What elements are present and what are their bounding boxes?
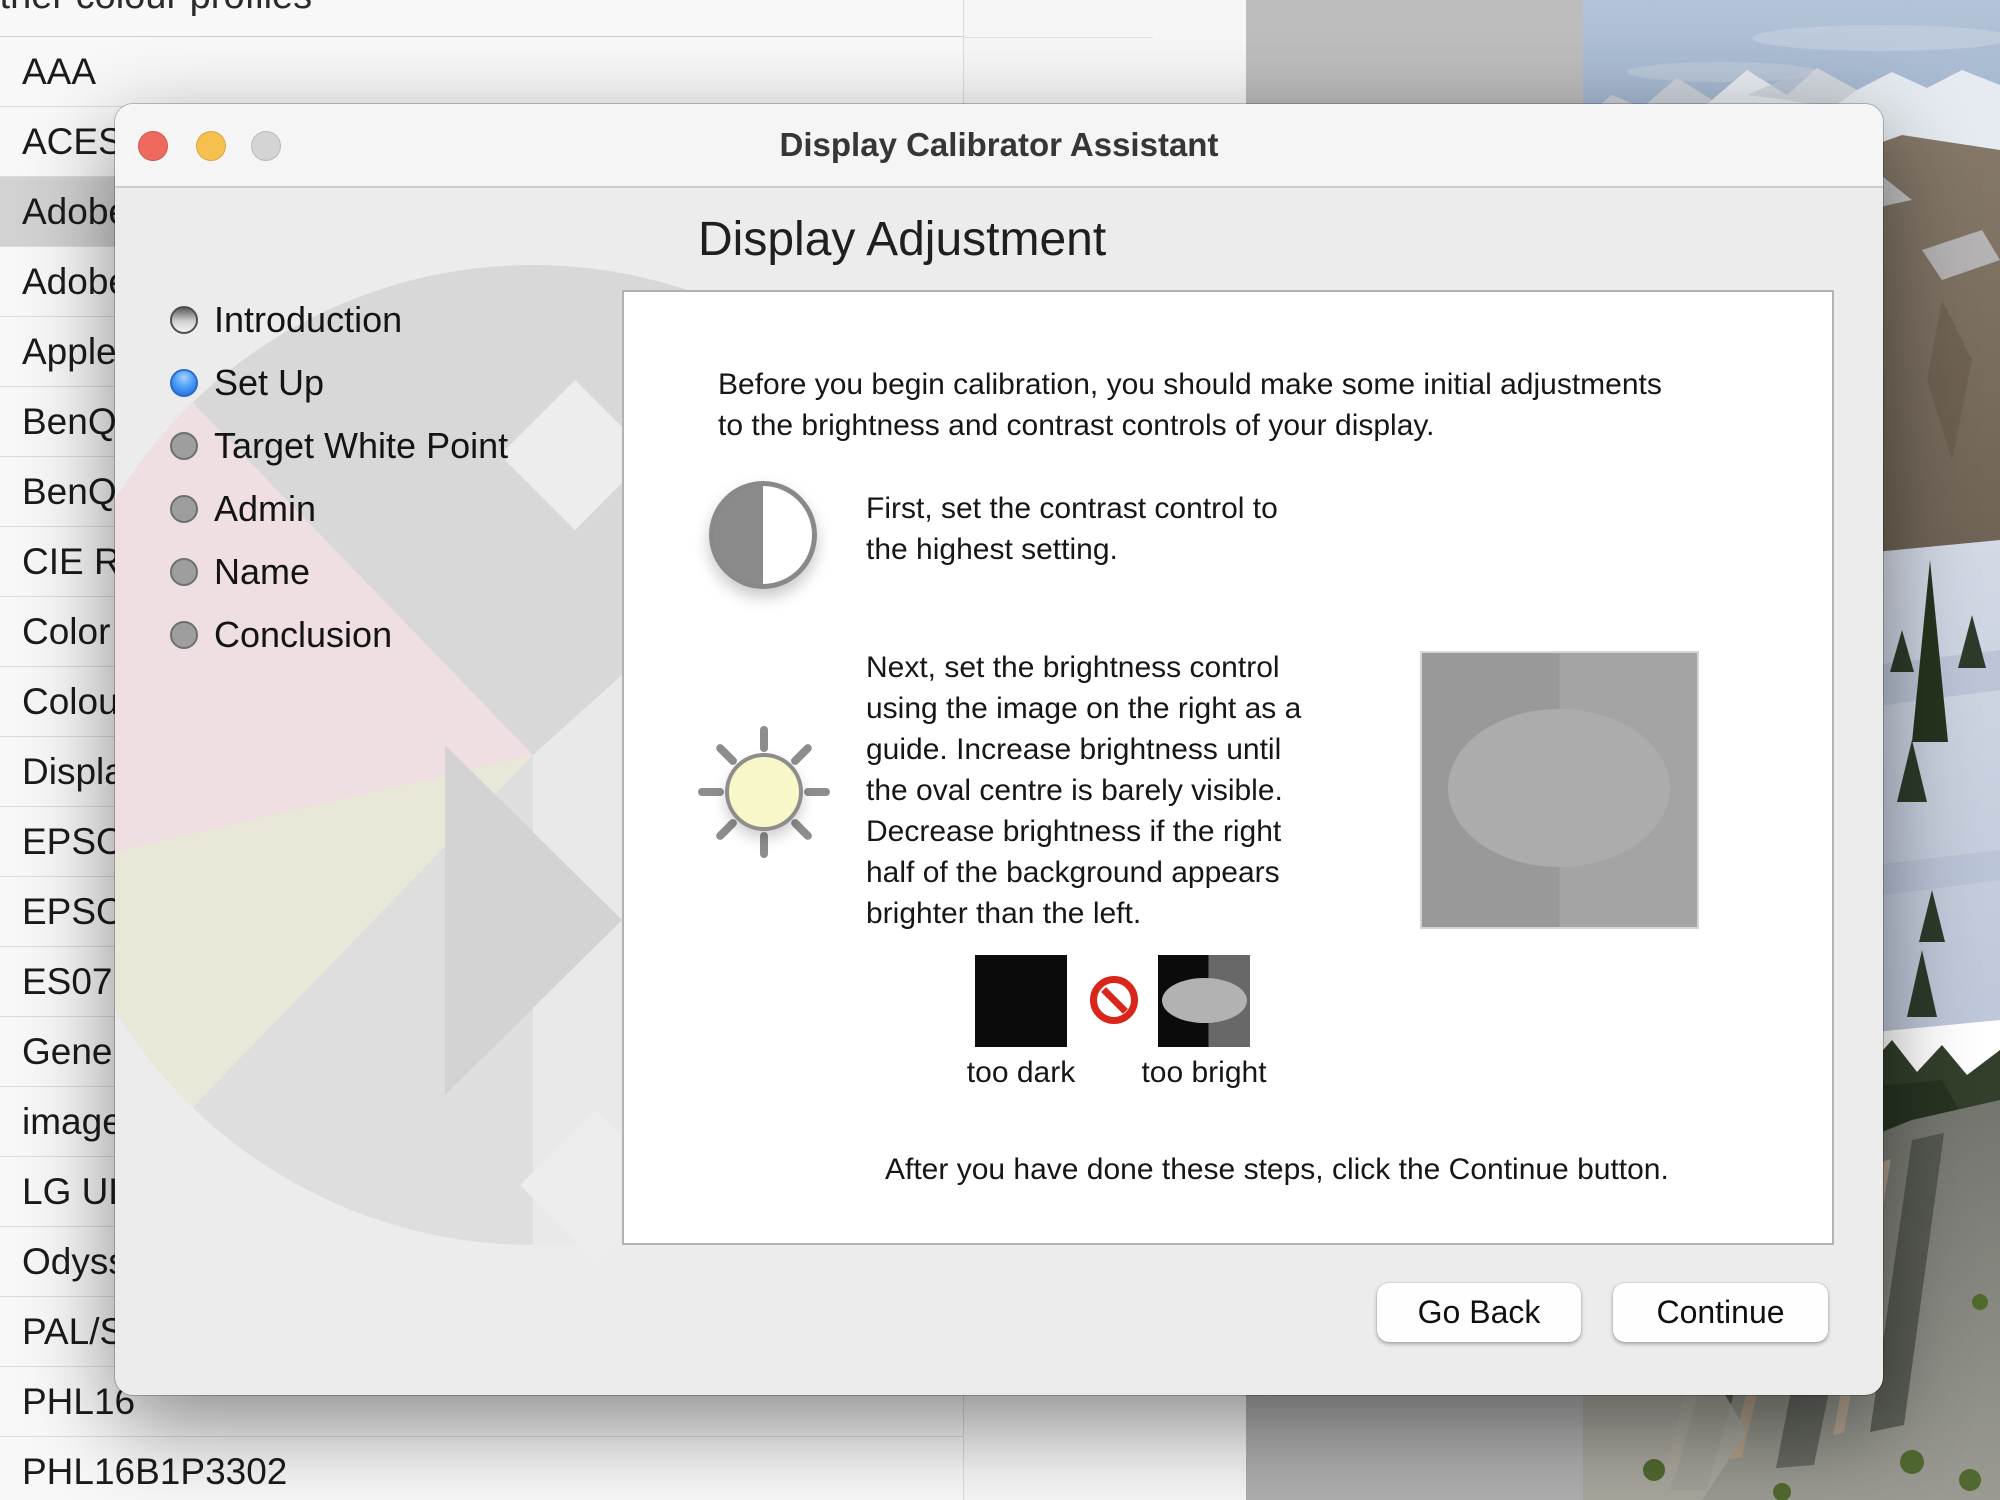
- screen: Other colour profiles AAA ACES Adobe Ado…: [0, 0, 2000, 1500]
- too-dark-label: too dark: [935, 1056, 1107, 1090]
- step-set-up: Set Up: [170, 361, 324, 405]
- window-titlebar[interactable]: Display Calibrator Assistant: [115, 104, 1883, 188]
- intro-text: Before you begin calibration, you should…: [718, 364, 1662, 446]
- step-admin: Admin: [170, 487, 316, 531]
- page-title: Display Adjustment: [698, 212, 1106, 267]
- step-bullet-icon: [170, 495, 198, 523]
- step-introduction: Introduction: [170, 298, 402, 342]
- close-button[interactable]: [138, 131, 168, 161]
- profile-list-item[interactable]: PHL16B1P3302: [0, 1437, 963, 1500]
- footer-instruction: After you have done these steps, click t…: [885, 1149, 1669, 1190]
- step-bullet-icon: [170, 432, 198, 460]
- brightness-reference-image: [1422, 653, 1697, 927]
- minimize-button[interactable]: [196, 131, 226, 161]
- reference-oval: [1448, 709, 1670, 867]
- step-name: Name: [170, 550, 310, 594]
- profiles-section-header: Other colour profiles: [0, 0, 312, 18]
- brightness-sun-icon: [725, 753, 803, 831]
- step-bullet-icon: [170, 621, 198, 649]
- too-dark-sample: [975, 955, 1067, 1047]
- content-panel: Before you begin calibration, you should…: [622, 290, 1834, 1245]
- display-calibrator-assistant-window: Display Calibrator Assistant Display Adj…: [115, 104, 1883, 1395]
- step-target-white-point: Target White Point: [170, 424, 508, 468]
- zoom-button-disabled: [251, 131, 281, 161]
- step-bullet-icon: [170, 558, 198, 586]
- window-title: Display Calibrator Assistant: [115, 104, 1883, 186]
- too-bright-label: too bright: [1118, 1056, 1290, 1090]
- contrast-instruction: First, set the contrast control to the h…: [866, 488, 1278, 570]
- contrast-icon: [709, 481, 817, 589]
- pane-divider-line: [963, 37, 1153, 38]
- profile-list-item[interactable]: AAA: [0, 37, 963, 107]
- brightness-instruction: Next, set the brightness control using t…: [866, 647, 1301, 934]
- step-conclusion: Conclusion: [170, 613, 392, 657]
- continue-button[interactable]: Continue: [1613, 1283, 1828, 1342]
- step-current-bullet-icon: [170, 369, 198, 397]
- too-bright-oval: [1162, 978, 1247, 1023]
- step-done-bullet-icon: [170, 306, 198, 334]
- too-bright-sample: [1158, 955, 1250, 1047]
- prohibition-icon: [1090, 976, 1138, 1024]
- go-back-button[interactable]: Go Back: [1377, 1283, 1581, 1342]
